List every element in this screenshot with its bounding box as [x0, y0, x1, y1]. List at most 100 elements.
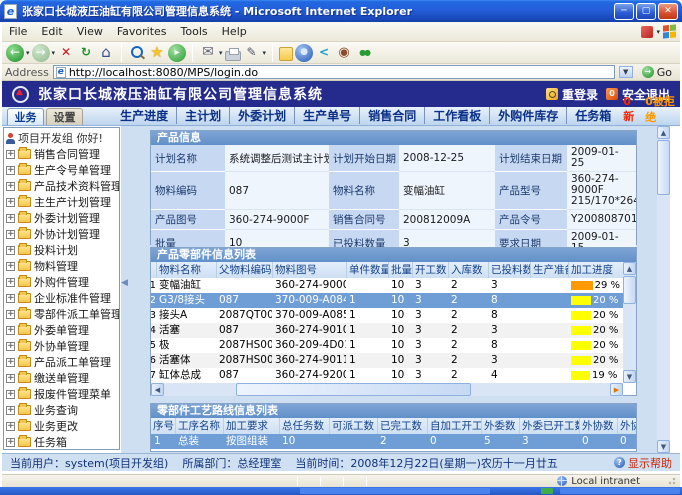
addon-caret-icon[interactable]: ▾ — [656, 28, 660, 36]
scroll-left-icon[interactable]: ◀ — [151, 383, 164, 396]
nav-link[interactable]: 外购件库存 — [489, 107, 566, 124]
tree-item[interactable]: + 生产令号单管理 — [6, 162, 119, 178]
parts-row[interactable]: 6 活塞体 2087HS002 360-274-9011W 1 10 3 2 3 — [151, 353, 623, 368]
tree-item[interactable]: + 产品技术资料管理 — [6, 178, 119, 194]
relogin-button[interactable]: 重登录 — [546, 86, 598, 103]
favorites-icon[interactable] — [148, 44, 166, 62]
column-header[interactable]: 外协已开工数 — [617, 418, 637, 434]
address-input[interactable]: e http://localhost:8080/MPS/login.do — [53, 65, 615, 79]
expand-icon[interactable]: + — [6, 342, 15, 351]
expand-icon[interactable]: + — [6, 262, 15, 271]
column-header[interactable]: 批量 — [388, 262, 412, 278]
parts-row[interactable]: 3 接头A 2087QT002 370-009-A0850 1 10 3 2 8 — [151, 308, 623, 323]
scroll-up-icon[interactable]: ▲ — [623, 262, 636, 275]
go-button[interactable]: → Go — [637, 66, 677, 79]
expand-icon[interactable]: + — [6, 278, 15, 287]
menu-item[interactable]: File — [2, 23, 34, 40]
show-help-button[interactable]: ? 显示帮助 — [614, 455, 672, 471]
tree-item[interactable]: + 投料计划 — [6, 242, 119, 258]
expand-icon[interactable]: + — [6, 406, 15, 415]
column-header[interactable]: 加工要求 — [223, 418, 279, 434]
nav-link[interactable]: 生产进度 — [112, 107, 176, 124]
menu-item[interactable]: Tools — [174, 23, 215, 40]
column-header[interactable]: 父物料编码 — [216, 262, 272, 278]
addon-icon[interactable] — [641, 26, 653, 38]
tree-item[interactable]: + 物料管理 — [6, 258, 119, 274]
column-header[interactable]: 总任务数 — [279, 418, 329, 434]
parts-row[interactable]: 5 极 2087HS002 360-209-4D010 1 10 3 2 8 — [151, 338, 623, 353]
scroll-thumb[interactable] — [657, 140, 670, 195]
column-header[interactable]: 可派工数 — [329, 418, 377, 434]
tree-item[interactable]: + 报废件管理菜单 — [6, 386, 119, 402]
column-header[interactable]: 外委数 — [481, 418, 519, 434]
refresh-icon[interactable] — [77, 44, 95, 62]
expand-icon[interactable]: + — [6, 326, 15, 335]
column-header[interactable]: 工序名称 — [175, 418, 223, 434]
column-header[interactable]: 单件数量 — [346, 262, 388, 278]
column-header[interactable]: 物料图号 — [272, 262, 346, 278]
tab-business[interactable]: 业务 — [7, 108, 44, 125]
column-header[interactable]: 序号 — [151, 418, 175, 434]
messenger-icon[interactable] — [295, 44, 313, 62]
expand-icon[interactable]: + — [6, 310, 15, 319]
search-icon[interactable] — [128, 44, 146, 62]
column-header[interactable]: 已完工数 — [377, 418, 427, 434]
column-header[interactable]: 加工进度 — [568, 262, 623, 278]
taskbar-tray[interactable] — [560, 488, 680, 494]
tree-item[interactable]: + 外协计划管理 — [6, 226, 119, 242]
resize-grip[interactable] — [668, 476, 678, 485]
tab-settings[interactable]: 设置 — [46, 108, 83, 125]
menu-item[interactable]: Favorites — [110, 23, 174, 40]
tree-item[interactable]: + 外购件管理 — [6, 274, 119, 290]
expand-icon[interactable]: + — [6, 358, 15, 367]
tree-item[interactable]: + 业务更改 — [6, 418, 119, 434]
close-button[interactable]: ✕ — [658, 3, 678, 20]
stop-icon[interactable] — [57, 44, 75, 62]
process-row[interactable]: 1 总装 按图组装 10 2 0 5 3 0 0 — [151, 434, 637, 449]
tree-item[interactable]: + 缴送单管理 — [6, 370, 119, 386]
scroll-thumb[interactable] — [236, 383, 471, 396]
taskbar-button[interactable] — [300, 488, 490, 494]
tree-item[interactable]: + 外协单管理 — [6, 338, 119, 354]
parts-row[interactable]: 4 活塞 087 360-274-9010F 1 10 3 2 3 — [151, 323, 623, 338]
tree-item[interactable]: + 业务查询 — [6, 402, 119, 418]
badge-new[interactable]: 0新 — [623, 95, 639, 124]
column-header[interactable]: 物料名称 — [156, 262, 216, 278]
tree-item[interactable]: + 产品派工单管理 — [6, 354, 119, 370]
back-icon[interactable] — [6, 44, 24, 62]
media-icon[interactable] — [168, 44, 186, 62]
splitter-collapse-icon[interactable]: ◀ — [121, 278, 128, 288]
tree-item[interactable]: + 企业标准件管理 — [6, 290, 119, 306]
discuss-icon[interactable] — [279, 47, 293, 61]
mail-icon[interactable] — [199, 44, 217, 62]
tree-item[interactable]: + 外委计划管理 — [6, 210, 119, 226]
page-scrollbar[interactable]: ▲ ▼ — [657, 126, 670, 453]
scroll-up-icon[interactable]: ▲ — [657, 126, 670, 139]
nav-link[interactable]: 主计划 — [176, 107, 229, 124]
menu-item[interactable]: Edit — [34, 23, 69, 40]
expand-icon[interactable]: + — [6, 150, 15, 159]
tree-item[interactable]: + 零部件派工单管理 — [6, 306, 119, 322]
expand-icon[interactable]: + — [6, 390, 15, 399]
column-header[interactable]: 外委已开工数 — [519, 418, 579, 434]
column-header[interactable]: 生产准备 — [530, 262, 568, 278]
edit-caret-icon[interactable]: ▾ — [263, 49, 267, 57]
column-header[interactable]: 自加工开工数 — [427, 418, 481, 434]
tree-item[interactable]: + 主生产计划管理 — [6, 194, 119, 210]
tree-item[interactable]: + 销售合同管理 — [6, 146, 119, 162]
nav-link[interactable]: 任务箱 — [566, 107, 619, 124]
home-icon[interactable] — [97, 44, 115, 62]
parts-row[interactable]: 1 变幅油缸 360-274-9000F 10 3 2 3 — [151, 278, 623, 293]
badge-rejected[interactable]: 0被拒绝 — [645, 93, 680, 125]
forward-icon[interactable] — [32, 44, 50, 62]
parts-row[interactable]: 7 缸体总成 087 360-274-9200F 1 10 3 2 4 — [151, 368, 623, 383]
nav-link[interactable]: 生产单号 — [294, 107, 359, 124]
expand-icon[interactable]: + — [6, 422, 15, 431]
edit-icon[interactable] — [243, 44, 261, 62]
print-icon[interactable] — [225, 51, 241, 61]
parts-row[interactable]: 2 G3/8接头 087 370-009-A0840 1 10 3 2 8 — [151, 293, 623, 308]
expand-icon[interactable]: + — [6, 182, 15, 191]
expand-icon[interactable]: + — [6, 294, 15, 303]
nav-link[interactable]: 外委计划 — [229, 107, 294, 124]
column-header[interactable]: 外协数 — [579, 418, 617, 434]
